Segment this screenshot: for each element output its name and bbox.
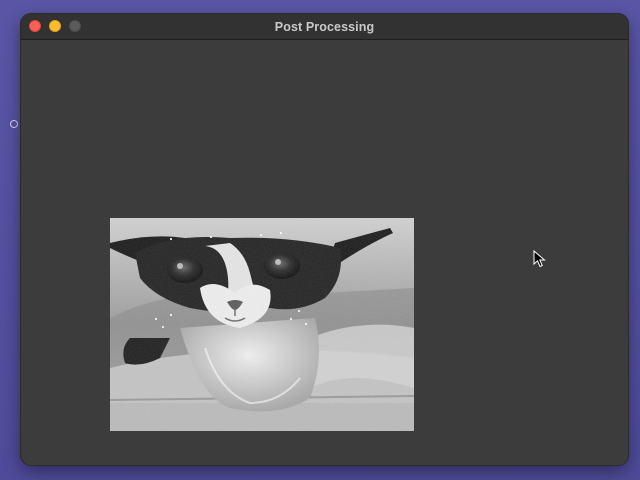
desktop-circle-icon	[10, 120, 18, 128]
desktop: Post Processing	[0, 0, 640, 480]
post-processed-image	[110, 218, 414, 431]
title-bar[interactable]: Post Processing	[21, 14, 628, 40]
mouse-pointer-icon	[533, 250, 546, 268]
window-title: Post Processing	[274, 19, 375, 34]
app-window: Post Processing	[21, 14, 628, 465]
zoom-window-button	[69, 20, 81, 32]
close-window-button[interactable]	[29, 20, 41, 32]
minimize-window-button[interactable]	[49, 20, 61, 32]
cat-image-icon	[110, 218, 414, 431]
window-controls	[29, 20, 81, 32]
